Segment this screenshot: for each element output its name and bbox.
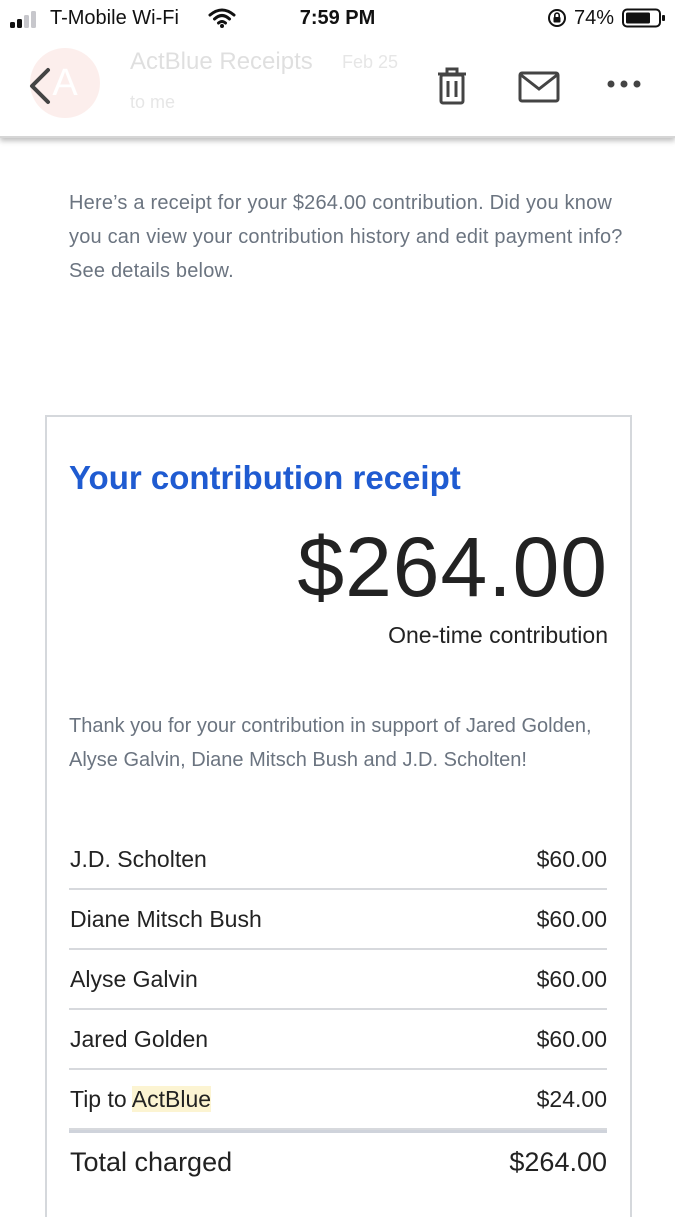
- line-item-name: Jared Golden: [70, 1026, 209, 1052]
- receipt-card: Your contribution receipt $264.00 One-ti…: [45, 415, 632, 1217]
- delete-button[interactable]: [435, 66, 469, 106]
- tip-amount: $24.00: [536, 1086, 607, 1112]
- receipt-amount: $264.00: [297, 520, 608, 614]
- line-items: J.D. Scholten $60.00 Diane Mitsch Bush $…: [69, 830, 607, 1193]
- line-item-amount: $60.00: [536, 966, 607, 992]
- line-item: Alyse Galvin $60.00: [69, 950, 607, 1010]
- line-item-name: J.D. Scholten: [70, 846, 207, 872]
- line-item: J.D. Scholten $60.00: [69, 830, 607, 890]
- battery-percentage: 74%: [574, 7, 615, 29]
- line-item-amount: $60.00: [536, 906, 607, 932]
- line-item-amount: $60.00: [536, 846, 607, 872]
- line-item: Jared Golden $60.00: [69, 1010, 607, 1070]
- battery-icon: [622, 8, 665, 28]
- recipient-label: to me: [130, 92, 176, 112]
- total-label: Total charged: [70, 1147, 233, 1177]
- more-options-button[interactable]: [606, 76, 642, 92]
- tip-line-item: Tip to ActBlue $24.00: [69, 1070, 607, 1130]
- sender-name: ActBlue Receipts: [130, 48, 313, 75]
- total-amount: $264.00: [509, 1147, 607, 1177]
- mark-unread-button[interactable]: [518, 70, 560, 104]
- line-item-name: Alyse Galvin: [70, 966, 198, 992]
- line-item-amount: $60.00: [536, 1026, 607, 1052]
- tip-prefix: Tip to: [70, 1086, 132, 1112]
- intro-message: Here’s a receipt for your $264.00 contri…: [69, 192, 623, 282]
- tip-label: Tip to ActBlue: [70, 1086, 212, 1113]
- total-row: Total charged $264.00: [69, 1133, 607, 1193]
- rotation-lock-icon: [548, 9, 566, 27]
- line-item-name: Diane Mitsch Bush: [70, 906, 262, 932]
- receipt-title: Your contribution receipt: [69, 459, 461, 496]
- email-app-bar: A ActBlue Receipts Feb 25 to me: [0, 40, 675, 138]
- thank-you-message: Thank you for your contribution in suppo…: [69, 715, 592, 771]
- email-date: Feb 25: [342, 52, 399, 72]
- tip-org-name: ActBlue: [131, 1086, 212, 1112]
- contribution-type: One-time contribution: [388, 622, 608, 648]
- email-header-faded: A ActBlue Receipts Feb 25 to me: [0, 40, 675, 136]
- line-item: Diane Mitsch Bush $60.00: [69, 890, 607, 950]
- back-button[interactable]: [22, 64, 58, 108]
- status-bar: T-Mobile Wi-Fi 7:59 PM 74%: [0, 0, 675, 40]
